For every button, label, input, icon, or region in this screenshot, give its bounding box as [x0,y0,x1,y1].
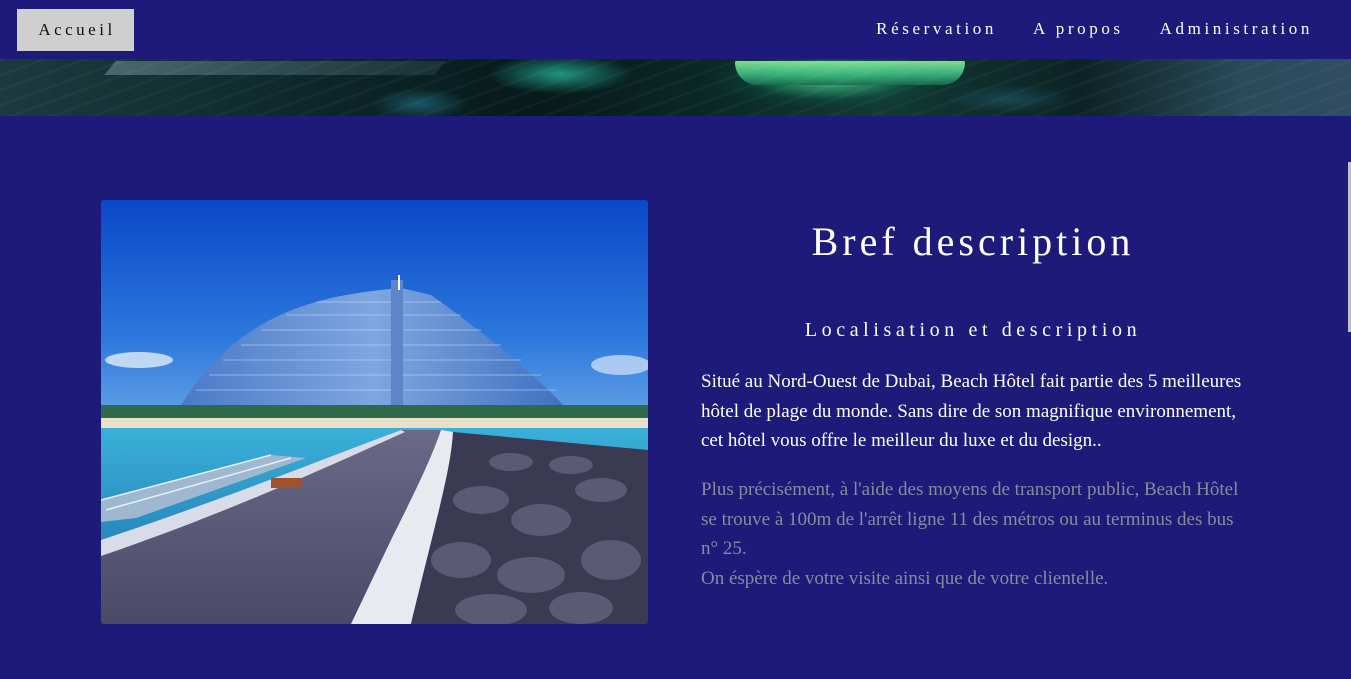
banner-dock-shape [104,61,446,75]
banner-boat-shape [735,61,965,85]
section-subtitle: Localisation et description [804,319,1142,341]
nav-link-administration[interactable]: Administration [1160,19,1313,39]
section-title: Bref description [811,219,1135,264]
location-paragraph: Plus précisément, à l'aide des moyens de… [701,475,1249,593]
top-navbar: Accueil Réservation A propos Administrat… [0,0,1351,59]
hero-banner-image [0,59,1351,116]
nav-link-about[interactable]: A propos [1033,19,1124,39]
page: Accueil Réservation A propos Administrat… [0,0,1351,679]
description-paragraph: Situé au Nord-Ouest de Dubai, Beach Hôte… [701,371,1242,451]
nav-home-button[interactable]: Accueil [17,9,134,51]
closing-text: On éspère de votre visite ainsi que de v… [701,567,1109,589]
location-text: Plus précisément, à l'aide des moyens de… [701,479,1239,559]
nav-links: Réservation A propos Administration [876,19,1313,39]
hotel-photo [101,200,648,624]
nav-link-reservation[interactable]: Réservation [876,19,997,39]
